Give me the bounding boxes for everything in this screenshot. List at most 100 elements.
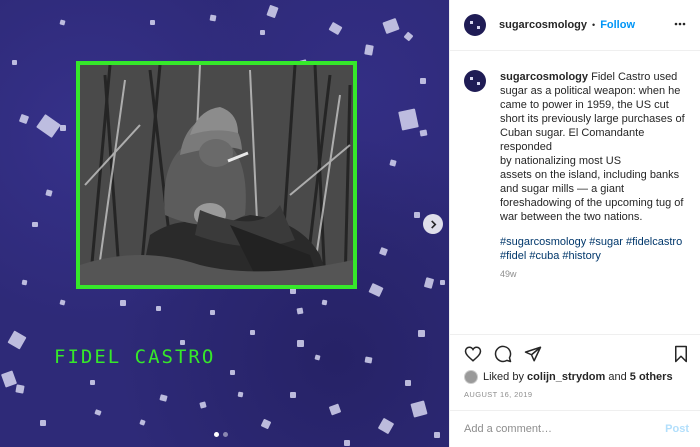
sugar-crystal: [398, 108, 419, 131]
sugar-crystal: [423, 277, 435, 289]
sugar-crystal: [209, 14, 217, 22]
sugar-crystal: [328, 21, 343, 36]
sugar-crystal: [296, 307, 304, 315]
castro-photo: [76, 61, 357, 289]
sugar-crystal: [344, 440, 350, 446]
sugar-crystal: [180, 340, 185, 345]
separator-dot: •: [592, 20, 596, 30]
sugar-crystal: [328, 403, 342, 416]
like-button[interactable]: [464, 345, 482, 363]
sugar-crystal: [297, 340, 304, 347]
avatar[interactable]: [464, 14, 486, 36]
post-media[interactable]: FIDEL CASTRO: [0, 0, 449, 447]
caption-line: and sugar mills — a giant: [500, 183, 625, 195]
next-slide-button[interactable]: [423, 214, 443, 234]
sugar-crystal: [434, 432, 440, 438]
sugar-crystal: [156, 306, 161, 311]
chevron-right-icon: [430, 219, 436, 229]
hashtag-line[interactable]: #fidel #cuba #history: [500, 249, 692, 263]
post-age: 49w: [500, 269, 517, 279]
heart-icon: [464, 346, 482, 362]
sugar-crystal: [418, 330, 425, 337]
likes-summary: Liked by colijn_strydom and 5 others: [464, 370, 673, 384]
sugar-crystal: [403, 31, 414, 42]
post-date: AUGUST 16, 2019: [464, 390, 533, 399]
post-header: sugarcosmology • Follow: [450, 0, 700, 51]
liker-username[interactable]: colijn_strydom: [527, 371, 605, 383]
comment-input[interactable]: [464, 423, 644, 435]
sugar-crystal: [18, 113, 30, 125]
sugar-crystal: [94, 409, 102, 416]
carousel-indicator: [214, 432, 234, 438]
sugar-crystal: [389, 159, 397, 167]
liker-avatar[interactable]: [464, 370, 478, 384]
sugar-crystal: [60, 125, 66, 131]
castro-photo-image: [80, 65, 353, 285]
share-icon: [524, 346, 542, 362]
sugar-crystal: [290, 392, 296, 398]
sugar-crystal: [150, 20, 155, 25]
sugar-crystal: [405, 380, 411, 386]
sugar-crystal: [159, 394, 168, 402]
sugar-crystal: [250, 330, 255, 335]
sugar-crystal: [368, 282, 384, 298]
sugar-crystal: [321, 299, 328, 306]
sugar-crystal: [266, 4, 279, 19]
header-username[interactable]: sugarcosmology: [499, 19, 587, 31]
comment-button[interactable]: [494, 345, 512, 363]
sugar-crystal: [440, 280, 445, 285]
share-button[interactable]: [524, 345, 542, 363]
caption-line: sugar as a political weapon: when he: [500, 85, 681, 97]
liked-and: and: [608, 371, 627, 383]
follow-button[interactable]: Follow: [600, 19, 635, 31]
sugar-crystal: [364, 356, 373, 364]
sugar-crystal: [382, 17, 400, 35]
caption-line: came to power in 1959, the US cut: [500, 99, 669, 111]
sugar-crystal: [40, 420, 46, 426]
save-button[interactable]: [672, 345, 690, 363]
sugar-crystal: [410, 400, 428, 418]
sugar-crystal: [120, 300, 126, 306]
comment-icon: [494, 345, 512, 363]
sugar-crystal: [7, 330, 27, 350]
caption-line: war between the two nations.: [500, 211, 643, 223]
caption-line: responded: [500, 141, 552, 153]
caption-line: foreshadowing of the upcoming tug of: [500, 197, 684, 209]
hashtag-line[interactable]: #sugarcosmology #sugar #fidelcastro: [500, 235, 692, 249]
caption-username[interactable]: sugarcosmology: [500, 71, 588, 83]
photo-caption: FIDEL CASTRO: [54, 346, 216, 368]
more-options-icon[interactable]: [674, 18, 686, 30]
bookmark-icon: [675, 345, 687, 363]
carousel-dot: [223, 432, 228, 437]
others-link[interactable]: 5 others: [630, 371, 673, 383]
post-details-panel: sugarcosmology • Follow sugarcosmology F…: [449, 0, 700, 447]
sugar-crystal: [419, 129, 428, 137]
carousel-dot: [214, 432, 219, 437]
sugar-crystal: [377, 417, 395, 435]
sugar-crystal: [21, 279, 28, 286]
caption-line: by nationalizing most US: [500, 155, 622, 167]
sugar-crystal: [139, 419, 146, 426]
sugar-crystal: [12, 60, 17, 65]
liked-prefix: Liked by: [483, 371, 524, 383]
sugar-crystal: [59, 299, 66, 306]
sugar-crystal: [32, 222, 38, 227]
sugar-crystal: [414, 212, 420, 218]
post-comment-button[interactable]: Post: [665, 423, 689, 435]
caption-line: assets on the island, including banks: [500, 169, 680, 181]
caption-text: sugarcosmology Fidel Castro used sugar a…: [500, 70, 692, 263]
sugar-crystal: [364, 44, 374, 56]
comment-bar: Post: [450, 410, 700, 447]
sugar-crystal: [15, 384, 25, 394]
sugar-crystal: [420, 78, 426, 84]
sugar-crystal: [0, 370, 18, 388]
sugar-crystal: [379, 247, 388, 256]
sugar-crystal: [314, 354, 321, 361]
caption-avatar[interactable]: [464, 70, 486, 92]
sugar-crystal: [260, 418, 272, 430]
sugar-crystal: [45, 189, 53, 197]
sugar-crystal: [36, 113, 61, 139]
sugar-crystal: [210, 310, 215, 315]
caption-line: short its previously large purchases of: [500, 113, 685, 125]
sugar-crystal: [199, 401, 207, 409]
